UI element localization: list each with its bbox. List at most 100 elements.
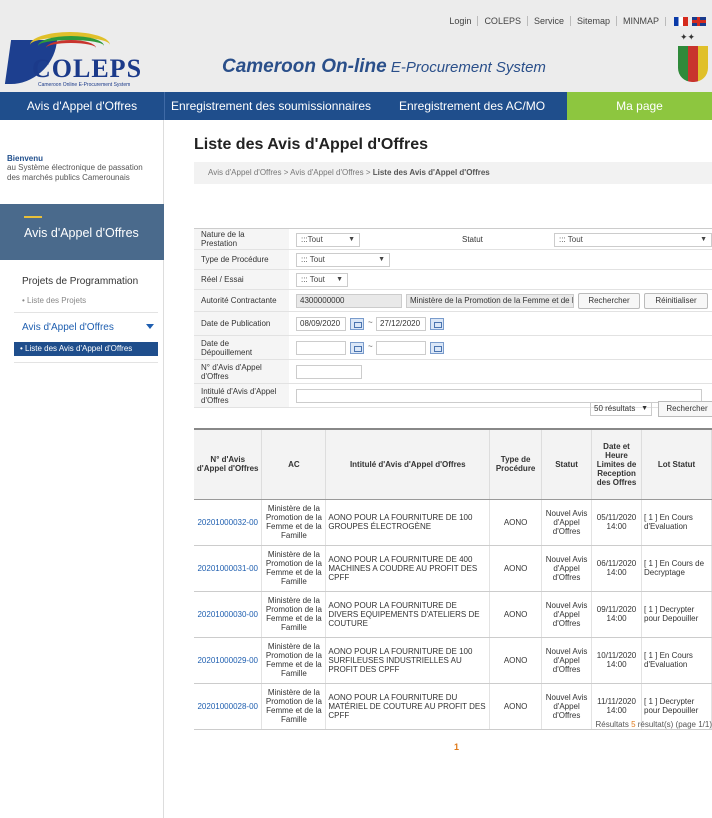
welcome-box: Bienvenu au Système électronique de pass… <box>7 154 157 183</box>
site-title: Cameroon On-line E-Procurement System <box>222 56 546 78</box>
service-link[interactable]: Service <box>526 16 570 26</box>
date-cell: 06/11/2020 14:00 <box>591 545 643 592</box>
breadcrumb: Avis d'Appel d'Offres > Avis d'Appel d'O… <box>194 162 712 184</box>
results-table: N° d'Avis d'Appel d'Offres AC Intitulé d… <box>194 428 712 730</box>
lot-statut-cell: [ 1 ] En Cours de Decryptage <box>641 545 712 592</box>
col-numero[interactable]: N° d'Avis d'Appel d'Offres <box>194 428 263 500</box>
calendar-icon[interactable] <box>350 342 364 354</box>
results-per-page-select[interactable]: 50 résultats ▼ <box>590 402 652 416</box>
ac-cell: Ministère de la Promotion de la Femme et… <box>261 591 327 638</box>
page-title: Liste des Avis d'Appel d'Offres <box>194 136 429 153</box>
table-row[interactable]: 20201000031-00 Ministère de la Promotion … <box>194 545 712 592</box>
reel-label: Réel / Essai <box>194 270 289 289</box>
sidebar-item-liste-avis[interactable]: • Liste des Avis d'Appel d'Offres <box>14 342 158 356</box>
nav-enregistrement-ac-mo[interactable]: Enregistrement des AC/MO <box>377 92 567 120</box>
calendar-icon[interactable] <box>350 318 364 330</box>
type-cell: AONO <box>489 545 543 592</box>
table-row[interactable]: 20201000030-00 Ministère de la Promotion … <box>194 591 712 638</box>
intitule-label: Intitulé d'Avis d'Appel d'Offres <box>194 384 289 407</box>
site-title-bold: Cameroon On-line <box>222 56 387 77</box>
sidebar: Bienvenu au Système électronique de pass… <box>0 120 164 818</box>
main-nav: Avis d'Appel d'Offres Enregistrement des… <box>0 92 712 120</box>
ac-cell: Ministère de la Promotion de la Femme et… <box>261 499 327 546</box>
nature-label: Nature de la Prestation <box>194 229 289 249</box>
statut-select-value: ::: Tout <box>559 235 583 244</box>
statut-cell: Nouvel Avis d'Appel d'Offres <box>541 591 593 638</box>
banner-accent-bar <box>24 216 42 218</box>
table-header-row: N° d'Avis d'Appel d'Offres AC Intitulé d… <box>194 428 712 500</box>
lot-statut-cell: [ 1 ] Decrypter pour Depouiller <box>641 591 712 638</box>
pub-to-input[interactable]: 27/12/2020 <box>376 317 426 331</box>
numero-cell[interactable]: 20201000028-00 <box>194 683 263 730</box>
login-link[interactable]: Login <box>443 16 477 26</box>
french-flag-icon[interactable] <box>674 16 688 26</box>
welcome-text: au Système électronique de passation des… <box>7 163 143 182</box>
col-type[interactable]: Type de Procédure <box>489 428 543 500</box>
pub-from-input[interactable]: 08/09/2020 <box>296 317 346 331</box>
numero-cell[interactable]: 20201000031-00 <box>194 545 263 592</box>
depot-to-input[interactable] <box>376 341 426 355</box>
sitemap-link[interactable]: Sitemap <box>569 16 616 26</box>
breadcrumb-trail[interactable]: Avis d'Appel d'Offres > Avis d'Appel d'O… <box>208 168 373 177</box>
date-range-dash: ~ <box>368 318 373 327</box>
coleps-logo[interactable]: COLEPS Cameroon Online E-Procurement Sys… <box>4 30 158 88</box>
form-row-depouillement: Date de Dépouillement ~ <box>194 336 712 360</box>
site-title-rest: E-Procurement System <box>386 59 546 76</box>
numero-input[interactable] <box>296 365 362 379</box>
site-header: Login COLEPS Service Sitemap MINMAP COLE… <box>0 0 712 92</box>
autorite-name-field: Ministère de la Promotion de la Femme et… <box>406 294 574 308</box>
cameroon-emblem-icon: ✦✦ <box>670 26 708 86</box>
autorite-label: Autorité Contractante <box>194 290 289 311</box>
depot-from-input[interactable] <box>296 341 346 355</box>
calendar-icon[interactable] <box>430 342 444 354</box>
numero-cell[interactable]: 20201000029-00 <box>194 637 263 684</box>
table-head: N° d'Avis d'Appel d'Offres AC Intitulé d… <box>194 428 712 500</box>
minmap-link[interactable]: MINMAP <box>616 16 665 26</box>
calendar-icon[interactable] <box>430 318 444 330</box>
pagination-page-1[interactable]: 1 <box>454 742 459 752</box>
welcome-title: Bienvenu <box>7 154 44 163</box>
coleps-link[interactable]: COLEPS <box>477 16 527 26</box>
chevron-down-icon: ▼ <box>348 236 355 243</box>
results-suffix: résultat(s) (page 1/1) <box>635 720 712 729</box>
lot-statut-cell: [ 1 ] En Cours d'Evaluation <box>641 499 712 546</box>
intitule-input[interactable] <box>296 389 702 403</box>
emblem-shield <box>678 46 708 82</box>
sidebar-item-projets[interactable]: Projets de Programmation <box>22 276 138 287</box>
statut-cell: Nouvel Avis d'Appel d'Offres <box>541 545 593 592</box>
chevron-down-icon: ▼ <box>641 405 648 412</box>
reset-button[interactable]: Réinitialiser <box>644 293 708 309</box>
breadcrumb-current: Liste des Avis d'Appel d'Offres <box>372 168 490 177</box>
results-per-page-value: 50 résultats <box>594 404 636 413</box>
nav-enregistrement-soumissionnaires[interactable]: Enregistrement des soumissionnaires <box>165 92 377 120</box>
reel-select[interactable]: ::: Tout ▼ <box>296 273 348 287</box>
nav-ma-page[interactable]: Ma page <box>567 92 712 120</box>
autorite-code-field: 4300000000 <box>296 294 402 308</box>
chevron-down-icon[interactable] <box>146 324 154 329</box>
type-cell: AONO <box>489 591 543 638</box>
form-row-publication: Date de Publication 08/09/2020 ~ 27/12/2… <box>194 312 712 336</box>
col-statut[interactable]: Statut <box>541 428 593 500</box>
logo-wordmark: COLEPS <box>32 54 143 83</box>
search-button-secondary[interactable]: Rechercher <box>658 401 712 417</box>
language-flags <box>665 16 706 26</box>
col-ac[interactable]: AC <box>261 428 327 500</box>
table-body: 20201000032-00 Ministère de la Promotion … <box>194 499 712 730</box>
statut-select[interactable]: ::: Tout ▼ <box>554 233 712 247</box>
numero-cell[interactable]: 20201000030-00 <box>194 591 263 638</box>
table-row[interactable]: 20201000032-00 Ministère de la Promotion … <box>194 499 712 546</box>
nature-select[interactable]: :::Tout ▼ <box>296 233 360 247</box>
numero-cell[interactable]: 20201000032-00 <box>194 499 263 546</box>
table-row[interactable]: 20201000029-00 Ministère de la Promotion … <box>194 637 712 684</box>
procedure-select[interactable]: ::: Tout ▼ <box>296 253 390 267</box>
sidebar-item-liste-projets[interactable]: • Liste des Projets <box>22 296 86 305</box>
sidebar-item-avis-appel-offres[interactable]: Avis d'Appel d'Offres <box>22 322 114 333</box>
col-lot-statut[interactable]: Lot Statut <box>641 428 712 500</box>
english-flag-icon[interactable] <box>692 16 706 26</box>
col-date[interactable]: Date et Heure Limites de Reception des O… <box>591 428 643 500</box>
intitule-cell: AONO POUR LA FOURNITURE DE 100 SURFILEUS… <box>325 637 491 684</box>
col-intitule[interactable]: Intitulé d'Avis d'Appel d'Offres <box>325 428 491 500</box>
nav-avis-appel-offres[interactable]: Avis d'Appel d'Offres <box>0 92 164 120</box>
search-button[interactable]: Rechercher <box>578 293 640 309</box>
lot-statut-cell: [ 1 ] En Cours d'Evaluation <box>641 637 712 684</box>
